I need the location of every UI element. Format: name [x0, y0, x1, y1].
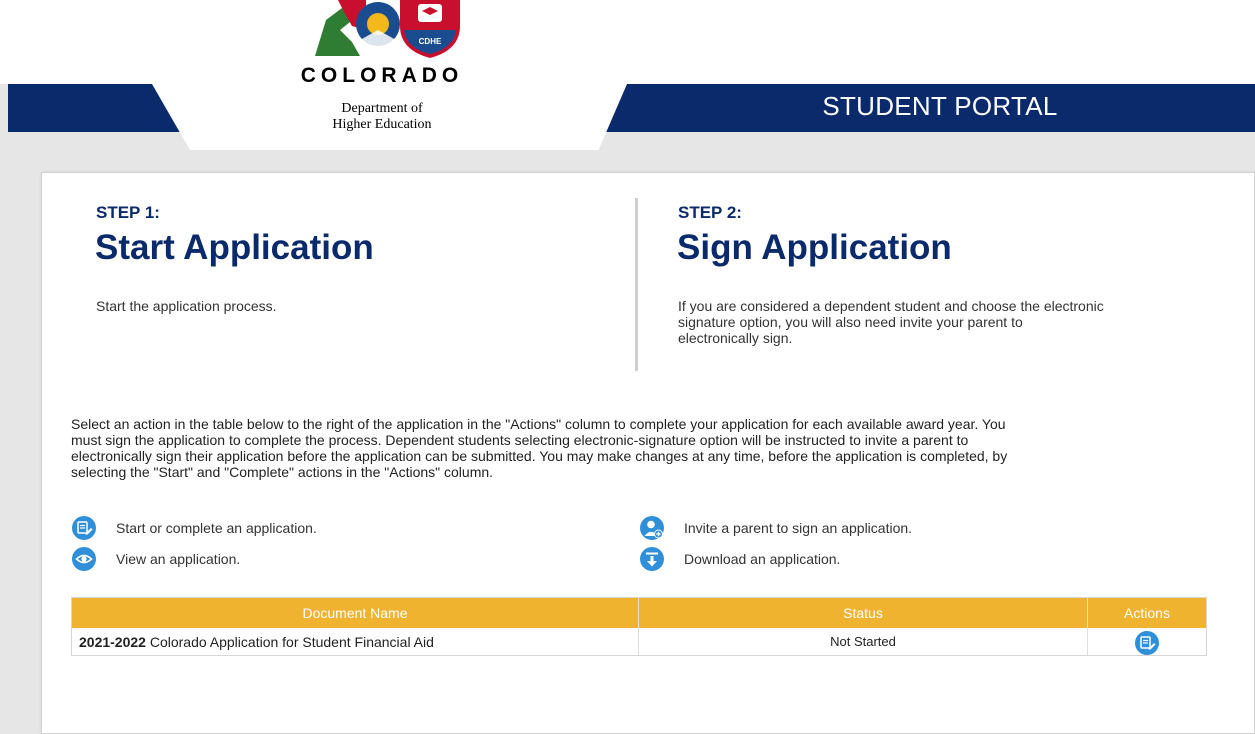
instructions-line: selecting the "Start" and "Complete" act… [71, 464, 494, 480]
eye-icon [72, 547, 96, 571]
document-actions-cell [1088, 628, 1206, 656]
step2-description-line: electronically sign. [678, 330, 793, 346]
logo-state-name: COLORADO [300, 64, 464, 87]
logo-dept-line2: Higher Education [332, 117, 432, 132]
step1-label: STEP 1: [96, 203, 160, 222]
instructions-line: Select an action in the table below to t… [71, 416, 1006, 432]
edit-form-icon[interactable] [1135, 631, 1159, 656]
logo-icon[interactable]: CDHE [300, 0, 470, 62]
instructions: Select an action in the table below to t… [71, 416, 1221, 480]
legend-view-text: View an application. [116, 551, 241, 567]
legend-start-text: Start or complete an application. [116, 520, 317, 536]
step1-description: Start the application process. [96, 298, 277, 314]
instructions-line: electronically sign their application be… [71, 448, 1008, 464]
logo-badge-text: CDHE [419, 37, 442, 46]
portal-title: STUDENT PORTAL [822, 91, 1058, 121]
legend-item-invite: Invite a parent to sign an application. [640, 516, 912, 540]
document-name: Colorado Application for Student Financi… [149, 634, 434, 650]
legend-invite-text: Invite a parent to sign an application. [684, 520, 913, 536]
legend-item-start: Start or complete an application. [72, 516, 317, 540]
step2-description: If you are considered a dependent studen… [678, 298, 1104, 346]
logo-dept-line1: Department of [341, 101, 423, 116]
step2-description-line: signature option, you will also need inv… [678, 314, 1023, 330]
edit-form-icon [72, 516, 96, 540]
step2-label: STEP 2: [678, 203, 742, 222]
document-year: 2021-2022 [79, 634, 146, 650]
step-divider [635, 198, 638, 371]
top-bar [0, 0, 1255, 84]
step2-description-line: If you are considered a dependent studen… [678, 298, 1104, 314]
legend-item-download: Download an application. [640, 547, 840, 571]
invite-parent-icon [640, 516, 664, 540]
logo-department: Department of Higher Education [288, 101, 476, 133]
step1-title: Start Application [95, 228, 374, 267]
column-header-document-name[interactable]: Document Name [72, 598, 638, 628]
documents-table: Document Name Status Actions 2021-2022 C… [71, 597, 1207, 656]
column-header-actions[interactable]: Actions [1088, 598, 1206, 628]
legend-download-text: Download an application. [684, 551, 841, 567]
download-icon [640, 547, 664, 571]
document-status: Not Started [830, 634, 896, 649]
step2-title: Sign Application [677, 228, 952, 267]
table-row-document: 2021-2022 Colorado Application for Stude… [79, 628, 629, 656]
legend-item-view: View an application. [72, 547, 240, 571]
instructions-line: must sign the application to complete th… [71, 432, 969, 448]
column-header-status[interactable]: Status [639, 598, 1087, 628]
